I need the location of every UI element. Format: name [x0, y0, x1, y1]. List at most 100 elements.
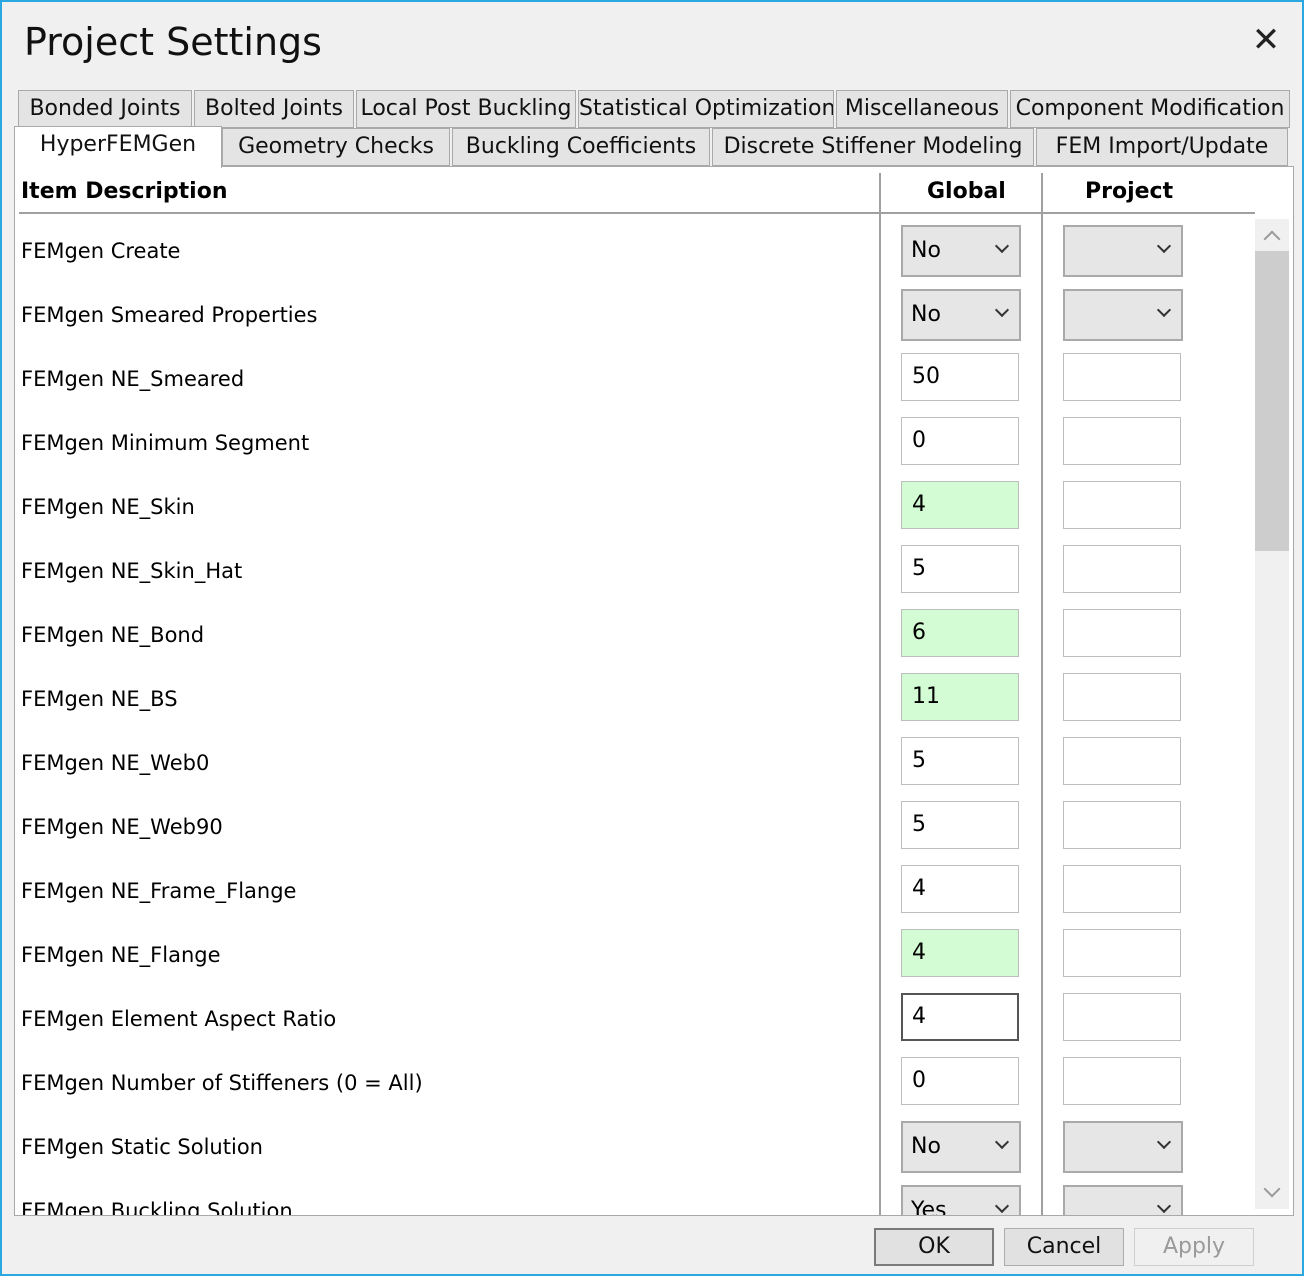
global-input[interactable]: 50: [901, 353, 1019, 401]
scroll-up-icon[interactable]: [1263, 230, 1281, 248]
project-input[interactable]: [1063, 417, 1181, 465]
chevron-down-icon[interactable]: [1156, 1198, 1172, 1214]
project-input[interactable]: [1063, 353, 1181, 401]
project-cell: [1063, 417, 1183, 467]
global-dropdown[interactable]: No: [901, 1121, 1021, 1173]
chevron-down-icon[interactable]: [1156, 302, 1172, 318]
global-input[interactable]: 4: [901, 993, 1019, 1041]
item-description: FEMgen NE_Web90: [21, 815, 223, 839]
global-input[interactable]: 4: [901, 929, 1019, 977]
table-row: FEMgen Create No: [15, 225, 1255, 289]
project-cell: [1063, 993, 1183, 1043]
global-cell: 50: [901, 353, 1021, 403]
item-description: FEMgen Create: [21, 239, 181, 263]
chevron-down-icon[interactable]: [994, 302, 1010, 318]
item-description: FEMgen NE_Skin_Hat: [21, 559, 243, 583]
global-dropdown[interactable]: Yes: [901, 1185, 1021, 1215]
global-cell: 4: [901, 865, 1021, 915]
item-description: FEMgen NE_Smeared: [21, 367, 245, 391]
project-dropdown[interactable]: [1063, 289, 1183, 341]
project-input[interactable]: [1063, 865, 1181, 913]
tab-hyperfemgen[interactable]: HyperFEMGen: [14, 126, 222, 168]
global-dropdown-value: No: [911, 1134, 941, 1159]
tab-geometry-checks[interactable]: Geometry Checks: [222, 128, 450, 166]
global-dropdown[interactable]: No: [901, 289, 1021, 341]
apply-button[interactable]: Apply: [1134, 1228, 1254, 1266]
global-dropdown-value: No: [911, 302, 941, 327]
project-input[interactable]: [1063, 673, 1181, 721]
project-input[interactable]: [1063, 993, 1181, 1041]
tab-fem-import-update[interactable]: FEM Import/Update: [1036, 128, 1288, 166]
global-cell: 4: [901, 929, 1021, 979]
project-cell: [1063, 1057, 1183, 1107]
ok-button[interactable]: OK: [874, 1228, 994, 1266]
global-cell: 6: [901, 609, 1021, 659]
close-icon[interactable]: ✕: [1246, 20, 1286, 60]
tab-bolted-joints[interactable]: Bolted Joints: [194, 90, 354, 128]
cancel-button[interactable]: Cancel: [1004, 1228, 1124, 1266]
tab-component-modification[interactable]: Component Modification: [1010, 90, 1290, 128]
project-cell: [1063, 865, 1183, 915]
project-input[interactable]: [1063, 737, 1181, 785]
project-input[interactable]: [1063, 929, 1181, 977]
global-input[interactable]: 5: [901, 801, 1019, 849]
table-row: FEMgen Smeared Properties No: [15, 289, 1255, 353]
table-row: FEMgen Element Aspect Ratio 4: [15, 993, 1255, 1057]
chevron-down-icon[interactable]: [994, 238, 1010, 254]
project-input[interactable]: [1063, 801, 1181, 849]
table-row: FEMgen NE_Skin_Hat 5: [15, 545, 1255, 609]
scroll-down-icon[interactable]: [1263, 1180, 1281, 1198]
project-input[interactable]: [1063, 609, 1181, 657]
global-cell: 0: [901, 1057, 1021, 1107]
tab-statistical-optimization[interactable]: Statistical Optimization: [578, 90, 834, 128]
tab-discrete-stiffener-modeling[interactable]: Discrete Stiffener Modeling: [712, 128, 1034, 166]
chevron-down-icon[interactable]: [1156, 1134, 1172, 1150]
chevron-down-icon[interactable]: [1156, 238, 1172, 254]
global-input[interactable]: 6: [901, 609, 1019, 657]
project-dropdown[interactable]: [1063, 1121, 1183, 1173]
project-cell: [1063, 673, 1183, 723]
global-cell: 4: [901, 481, 1021, 531]
project-cell: [1063, 353, 1183, 403]
project-cell: [1063, 225, 1183, 277]
project-input[interactable]: [1063, 481, 1181, 529]
global-input[interactable]: 4: [901, 481, 1019, 529]
project-input[interactable]: [1063, 1057, 1181, 1105]
global-input[interactable]: 5: [901, 545, 1019, 593]
project-cell: [1063, 1121, 1183, 1173]
project-dropdown[interactable]: [1063, 225, 1183, 277]
project-cell: [1063, 801, 1183, 851]
project-cell: [1063, 1185, 1183, 1215]
item-description: FEMgen Element Aspect Ratio: [21, 1007, 337, 1031]
global-cell: 0: [901, 417, 1021, 467]
header-item-description: Item Description: [21, 179, 228, 204]
item-description: FEMgen NE_Flange: [21, 943, 221, 967]
global-input[interactable]: 5: [901, 737, 1019, 785]
project-input[interactable]: [1063, 545, 1181, 593]
table-row: FEMgen Minimum Segment 0: [15, 417, 1255, 481]
tab-local-post-buckling[interactable]: Local Post Buckling: [356, 90, 576, 128]
table-row: FEMgen NE_Smeared 50: [15, 353, 1255, 417]
item-description: FEMgen NE_Skin: [21, 495, 195, 519]
global-input[interactable]: 0: [901, 1057, 1019, 1105]
chevron-down-icon[interactable]: [994, 1134, 1010, 1150]
global-input[interactable]: 11: [901, 673, 1019, 721]
chevron-down-icon[interactable]: [994, 1198, 1010, 1214]
global-cell: 5: [901, 801, 1021, 851]
project-dropdown[interactable]: [1063, 1185, 1183, 1215]
settings-table: FEMgen Create No FEMgen Smeared Properties…: [15, 219, 1255, 1215]
item-description: FEMgen Smeared Properties: [21, 303, 318, 327]
table-row: FEMgen NE_Web0 5: [15, 737, 1255, 801]
tab-buckling-coefficients[interactable]: Buckling Coefficients: [452, 128, 710, 166]
global-input[interactable]: 0: [901, 417, 1019, 465]
table-row: FEMgen Buckling Solution Yes: [15, 1185, 1255, 1215]
scrollbar-thumb[interactable]: [1255, 251, 1289, 551]
global-cell: 5: [901, 737, 1021, 787]
global-dropdown[interactable]: No: [901, 225, 1021, 277]
vertical-scrollbar[interactable]: [1255, 219, 1289, 1209]
tab-miscellaneous[interactable]: Miscellaneous: [836, 90, 1008, 128]
global-input[interactable]: 4: [901, 865, 1019, 913]
tab-bonded-joints[interactable]: Bonded Joints: [18, 90, 192, 128]
table-row: FEMgen NE_Flange 4: [15, 929, 1255, 993]
project-cell: [1063, 481, 1183, 531]
